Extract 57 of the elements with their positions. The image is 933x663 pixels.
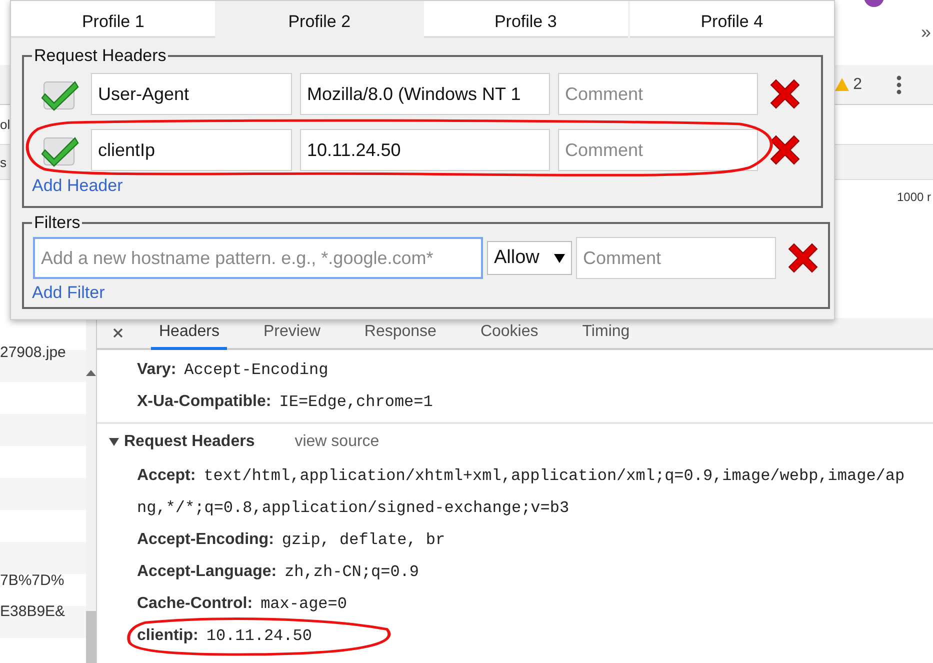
header-name: Accept: — [137, 467, 196, 485]
dropdown-caret-icon — [554, 254, 565, 262]
filter-mode-dropdown[interactable]: Allow — [487, 241, 572, 275]
comment-field[interactable]: Comment — [558, 73, 758, 115]
profile-tab[interactable]: Profile 3 — [424, 1, 628, 38]
delete-icon[interactable] — [768, 133, 802, 167]
more-menu-icon[interactable] — [896, 74, 902, 94]
header-name: Accept-Language: — [137, 563, 277, 581]
header-name: Vary: — [137, 361, 176, 379]
header-value: gzip, deflate, br — [282, 531, 446, 549]
detail-tab[interactable]: Response — [356, 323, 444, 350]
detail-tab[interactable]: Timing — [574, 323, 638, 350]
detail-tab[interactable]: Preview — [255, 323, 328, 350]
close-icon[interactable] — [113, 328, 123, 338]
request-name[interactable]: E38B9E& — [0, 596, 86, 627]
comment-field[interactable]: Comment — [576, 237, 776, 279]
header-name: Cache-Control: — [137, 595, 253, 613]
header-value: zh,zh-CN;q=0.9 — [284, 563, 419, 581]
view-source-link[interactable]: view source — [294, 433, 380, 451]
timeline-label: 1000 r — [896, 190, 931, 204]
header-value-field[interactable]: 10.11.24.50 — [300, 129, 550, 171]
overflow-chevron[interactable]: » — [920, 22, 931, 43]
scrollbar-thumb[interactable] — [86, 611, 96, 663]
delete-icon[interactable] — [768, 77, 802, 111]
add-filter-link[interactable]: Add Filter — [32, 283, 105, 303]
header-value: text/html,application/xhtml+xml,application/xml;q=0.9,image/webp,image/ap — [204, 467, 905, 485]
warning-icon — [835, 78, 850, 91]
delete-icon[interactable] — [786, 241, 820, 275]
add-header-link[interactable]: Add Header — [32, 176, 123, 196]
section-title[interactable]: Request Headers — [124, 433, 255, 451]
tab-label-fragment: s — [0, 154, 6, 170]
request-name[interactable]: 27908.jpe — [0, 337, 86, 368]
group-legend: Filters — [32, 213, 82, 233]
profile-tab[interactable]: Profile 1 — [11, 1, 216, 38]
header-value-field[interactable]: Mozilla/8.0 (Windows NT 1 — [300, 73, 550, 115]
header-value: IE=Edge,chrome=1 — [279, 393, 433, 411]
header-name: clientip: — [137, 627, 198, 645]
avatar-icon[interactable] — [864, 0, 884, 7]
comment-field[interactable]: Comment — [558, 129, 758, 171]
header-name-field[interactable]: User-Agent — [91, 73, 292, 115]
profile-tab[interactable]: Profile 4 — [630, 1, 834, 38]
group-legend: Request Headers — [32, 46, 168, 66]
expand-triangle-icon[interactable] — [109, 437, 119, 447]
header-name: Accept-Encoding: — [137, 531, 274, 549]
header-value: Accept-Encoding — [184, 361, 328, 379]
header-name: X-Ua-Compatible: — [137, 393, 272, 411]
tab-label-fragment: ol — [0, 117, 10, 132]
warning-count[interactable]: 2 — [853, 76, 862, 94]
header-name-field[interactable]: clientIp — [91, 129, 292, 171]
header-value: ng,*/*;q=0.8,application/signed-exchange;v=b3 — [137, 499, 570, 517]
detail-tab[interactable]: Cookies — [472, 323, 546, 350]
detail-tab[interactable]: Headers — [151, 323, 228, 350]
header-value: max-age=0 — [260, 595, 347, 613]
request-name[interactable]: 7B%7D% — [0, 565, 86, 596]
scroll-up-icon[interactable] — [86, 370, 96, 376]
header-value: 10.11.24.50 — [206, 627, 312, 645]
hostname-pattern-field[interactable]: Add a new hostname pattern. e.g., *.google.com* — [33, 237, 483, 279]
